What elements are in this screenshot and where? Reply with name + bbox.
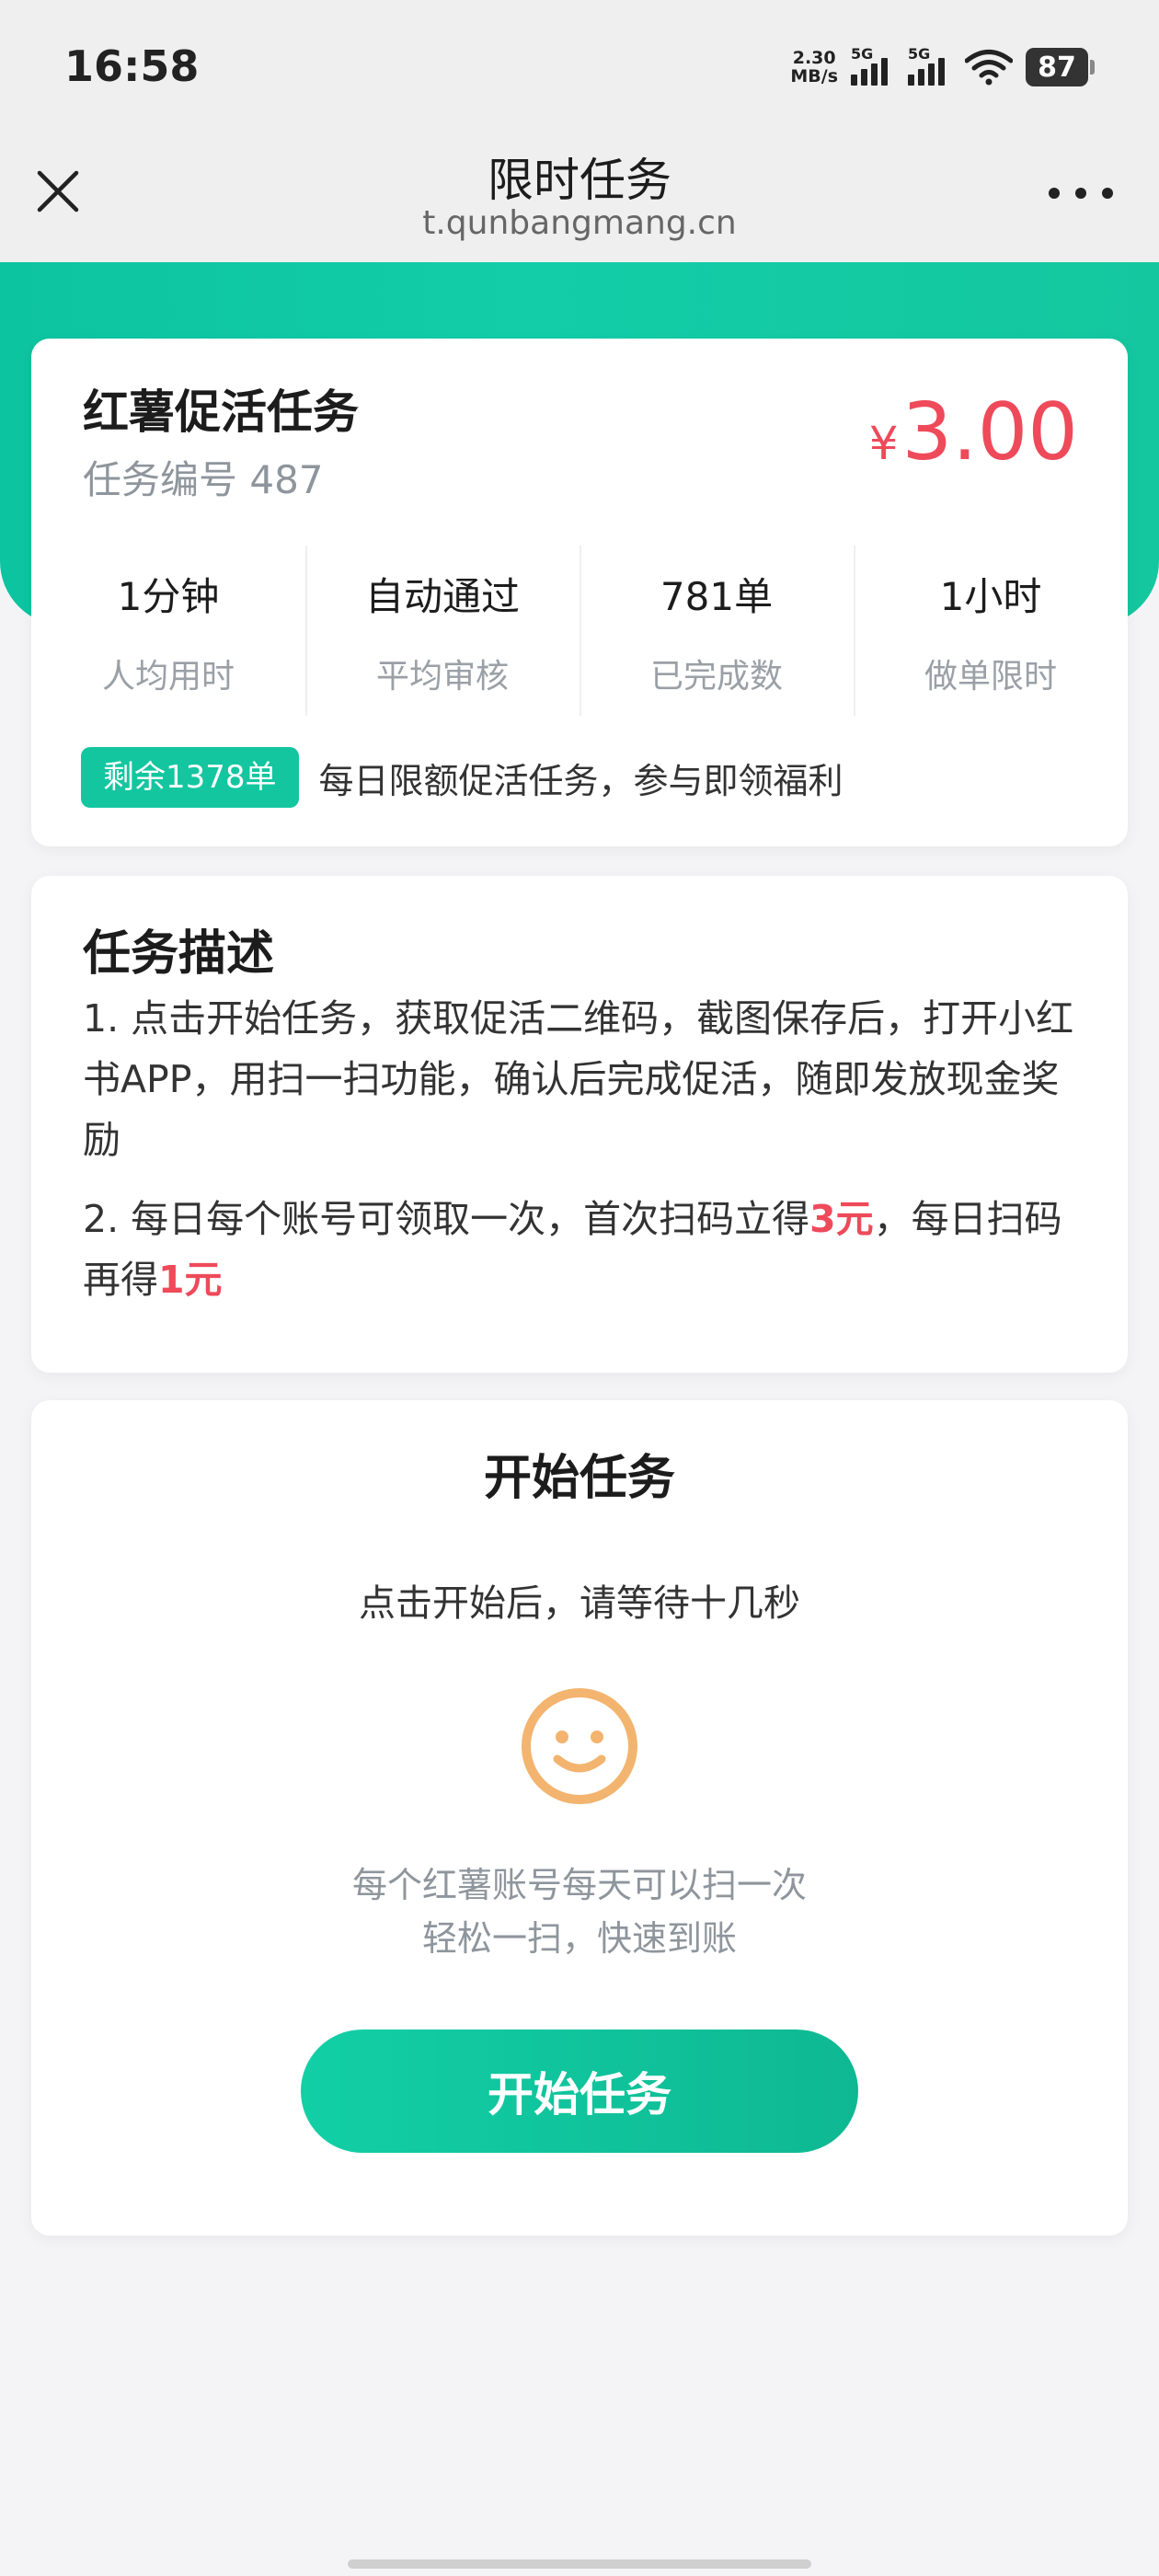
net-speed-unit: MB/s — [790, 66, 838, 86]
start-title: 开始任务 — [483, 1451, 675, 1506]
remaining-text: 每日限额促活任务，参与即领福利 — [318, 760, 843, 801]
signal-icon: 5G — [908, 45, 952, 86]
reward-highlight: 3元 — [809, 1197, 874, 1241]
stat-value: 781单 — [660, 574, 774, 619]
battery-icon: 87 — [1026, 48, 1095, 86]
start-note-line-1: 每个红薯账号每天可以扫一次 — [351, 1865, 807, 1905]
net-speed-value: 2.30 — [792, 48, 836, 68]
page-url: t.qunbangmang.cn — [422, 204, 737, 242]
net-speed: 2.30 MB/s — [790, 49, 838, 86]
start-note-line-2: 轻松一扫，快速到账 — [421, 1918, 737, 1959]
stat-avg-time: 1分钟 人均用时 — [31, 546, 305, 716]
home-indicator[interactable] — [348, 2559, 811, 2569]
stat-label: 平均审核 — [375, 658, 509, 696]
task-card: 红薯促活任务 任务编号 487 ¥ 3.00 1分钟 人均用时 自动通过 平均审… — [31, 339, 1128, 846]
task-title: 红薯促活任务 — [83, 385, 359, 439]
page: 16:58 2.30 MB/s 5G 5G 87 限时任务 t.qunbangm… — [0, 0, 1159, 2576]
start-hint: 点击开始后，请等待十几秒 — [359, 1582, 800, 1625]
smiley-icon — [522, 1688, 637, 1804]
status-time: 16:58 — [64, 41, 200, 91]
more-icon — [1049, 188, 1060, 199]
currency-symbol: ¥ — [868, 417, 899, 470]
stat-completed: 781单 已完成数 — [580, 546, 854, 716]
status-icons: 2.30 MB/s 5G 5G 87 — [790, 44, 1095, 90]
remaining-badge: 剩余1378单 — [81, 747, 299, 808]
stat-time-limit: 1小时 做单限时 — [854, 546, 1128, 716]
nav-bar: 限时任务 t.qunbangmang.cn — [0, 138, 1159, 262]
stat-label: 做单限时 — [924, 658, 1057, 696]
description-item-2: 2. 每日每个账号可领取一次，首次扫码立得3元，每日扫码再得1元 — [83, 1197, 1062, 1302]
wifi-icon — [965, 49, 1013, 86]
task-stats: 1分钟 人均用时 自动通过 平均审核 781单 已完成数 1小时 做单限时 — [31, 546, 1128, 716]
start-card: 开始任务 点击开始后，请等待十几秒 每个红薯账号每天可以扫一次 轻松一扫，快速到… — [31, 1400, 1128, 2236]
task-id: 任务编号 487 — [83, 457, 324, 502]
description-card: 任务描述 1. 点击开始任务，获取促活二维码，截图保存后，打开小红书APP，用扫… — [31, 876, 1128, 1373]
stat-label: 已完成数 — [649, 658, 783, 696]
page-title: 限时任务 — [488, 154, 671, 207]
start-note: 每个红薯账号每天可以扫一次 轻松一扫，快速到账 — [31, 1858, 1128, 1965]
task-price: ¥ 3.00 — [869, 386, 1078, 478]
start-task-button[interactable]: 开始任务 — [301, 2030, 858, 2153]
stat-review: 自动通过 平均审核 — [305, 546, 580, 716]
price-value: 3.00 — [901, 386, 1078, 478]
battery-level: 87 — [1026, 48, 1088, 86]
stat-value: 1分钟 — [117, 574, 220, 619]
stat-value: 自动通过 — [364, 574, 520, 619]
signal-type-label: 5G — [851, 45, 874, 63]
status-bar: 16:58 2.30 MB/s 5G 5G 87 — [0, 0, 1159, 138]
description-body: 1. 点击开始任务，获取促活二维码，截图保存后，打开小红书APP，用扫一扫功能，… — [83, 988, 1085, 1310]
description-title: 任务描述 — [83, 926, 275, 982]
reward-highlight: 1元 — [158, 1258, 223, 1302]
more-button[interactable] — [1049, 184, 1113, 202]
description-item-1: 1. 点击开始任务，获取促活二维码，截图保存后，打开小红书APP，用扫一扫功能，… — [83, 996, 1074, 1162]
remaining-row: 剩余1378单 每日限额促活任务，参与即领福利 — [81, 747, 843, 808]
stat-value: 1小时 — [939, 574, 1042, 619]
signal-type-label: 5G — [908, 45, 931, 63]
signal-icon: 5G — [851, 45, 895, 86]
stat-label: 人均用时 — [101, 658, 235, 696]
